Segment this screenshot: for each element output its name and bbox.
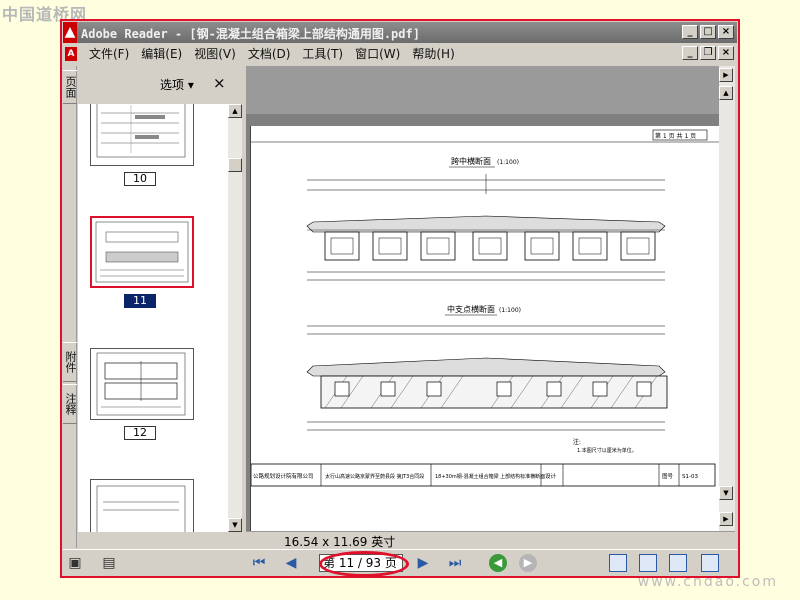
scroll-thumb[interactable]	[228, 158, 242, 172]
side-tabs: 页面 附件 注释	[63, 66, 77, 548]
footer-project: 太行山高速公路京蒙界至蔚县段 第JT3合同段	[325, 473, 424, 480]
horizontal-scrollbar[interactable]: 16.54 x 11.69 英寸	[246, 531, 735, 549]
thumbnail-list: 10 11 12	[78, 104, 228, 532]
navigation-bar: ▣ ▤ ⏮ ◀ 第 11 / 93 页 ▶ ⏭ ◀ ▶	[63, 549, 737, 577]
document-view: 第 1 页 共 1 页 跨中横断面 (1:100) 中支点横断面 (1:100)…	[246, 66, 719, 531]
menu-item[interactable]: 文件(F)	[83, 46, 135, 62]
footer-title: 18+30m钢-混凝土组合箱梁 上部结构标准横断面	[435, 473, 545, 480]
menu-item[interactable]: 工具(T)	[296, 46, 349, 62]
thumbnail-label[interactable]: 12	[124, 426, 156, 440]
tab-comments[interactable]: 注释	[63, 384, 77, 424]
options-dropdown[interactable]: 选项 ▾	[160, 76, 194, 93]
screen-icon[interactable]: ▣	[65, 554, 85, 572]
reader-window: ▲ Adobe Reader - [钢-混凝土组合箱梁上部结构通用图.pdf] …	[60, 19, 740, 578]
doc-close-button[interactable]: ×	[718, 46, 734, 60]
menu-bar: A 文件(F) 编辑(E) 视图(V) 文档(D) 工具(T) 窗口(W) 帮助(H) _ …	[63, 44, 737, 64]
document-menu-icon[interactable]: A	[65, 47, 77, 61]
thumbnail-scrollbar[interactable]: ▲ ▼	[228, 104, 242, 532]
title-bar[interactable]: ▲ Adobe Reader - [钢-混凝土组合箱梁上部结构通用图.pdf] …	[63, 22, 737, 43]
tab-pages[interactable]: 页面	[63, 70, 77, 104]
note-label: 注:	[573, 438, 581, 446]
menu-item[interactable]: 视图(V)	[188, 46, 242, 62]
thumbnail-11-image	[95, 221, 189, 283]
maximize-button[interactable]: □	[700, 25, 716, 39]
thumbnail-page-10[interactable]	[90, 104, 194, 166]
go-forward-button[interactable]: ▶	[519, 554, 537, 572]
go-back-button[interactable]: ◀	[489, 554, 507, 572]
scroll-up-icon[interactable]: ▲	[228, 104, 242, 118]
doc-restore-button[interactable]: ❐	[700, 46, 716, 60]
thumbnail-10-image	[96, 104, 186, 158]
section1-scale: (1:100)	[497, 159, 519, 166]
menu-item[interactable]: 帮助(H)	[406, 46, 460, 62]
doc-minimize-button[interactable]: _	[682, 46, 698, 60]
note-text: 1.本图尺寸以厘米为单位。	[577, 447, 637, 454]
menu-item[interactable]: 文档(D)	[242, 46, 297, 62]
page-corner-label: 第 1 页 共 1 页	[655, 132, 696, 140]
thumbnail-label-selected[interactable]: 11	[124, 294, 156, 308]
adobe-reader-logo-icon: ▲	[63, 22, 77, 43]
window-title: Adobe Reader - [钢-混凝土组合箱梁上部结构通用图.pdf]	[81, 27, 420, 41]
document-scrollbar[interactable]: ▶ ▲ ▼ ▶	[719, 66, 735, 531]
prev-page-button[interactable]: ◀	[281, 554, 301, 572]
thumbnails-panel: 选项 ▾ × 10 11 12 ▲ ▼	[78, 66, 242, 548]
close-button[interactable]: ×	[718, 25, 734, 39]
document-toolbar-area	[246, 66, 719, 114]
next-page-button[interactable]: ▶	[413, 554, 433, 572]
scroll-up-icon[interactable]: ▲	[719, 86, 733, 100]
tab-attachments[interactable]: 附件	[63, 342, 77, 382]
menu-item[interactable]: 编辑(E)	[135, 46, 188, 62]
footer-sheet-label: 图号	[662, 472, 674, 480]
panel-toggle-icon[interactable]: ▤	[99, 554, 119, 572]
menu-item[interactable]: 窗口(W)	[349, 46, 406, 62]
continuous-facing-icon[interactable]	[701, 554, 719, 572]
section1-title: 跨中横断面	[451, 156, 491, 166]
screenshot: 中国道桥网 www.cndao.com ▲ Adobe Reader - [钢-…	[0, 0, 800, 600]
page-down-icon[interactable]: ▶	[719, 512, 733, 526]
page-number-input[interactable]: 第 11 / 93 页	[319, 554, 403, 572]
first-page-button[interactable]: ⏮	[249, 554, 269, 572]
thumbnail-13-image	[96, 485, 186, 532]
thumbnail-12-image	[96, 352, 186, 416]
footer-company: 公路规划设计院有限公司	[253, 472, 314, 480]
footer-design: 设计	[545, 472, 557, 480]
facing-page-icon[interactable]	[669, 554, 687, 572]
section2-scale: (1:100)	[499, 307, 521, 314]
thumbnail-page-13[interactable]	[90, 479, 194, 532]
footer-sheet-no: S1-03	[682, 474, 698, 480]
minimize-button[interactable]: _	[682, 25, 698, 39]
engineering-drawing: 第 1 页 共 1 页 跨中横断面 (1:100) 中支点横断面 (1:100)…	[250, 129, 719, 487]
last-page-button[interactable]: ⏭	[445, 554, 465, 572]
single-page-icon[interactable]	[609, 554, 627, 572]
scroll-down-icon[interactable]: ▼	[228, 518, 242, 532]
pdf-page: 第 1 页 共 1 页 跨中横断面 (1:100) 中支点横断面 (1:100)…	[250, 126, 719, 531]
continuous-page-icon[interactable]	[639, 554, 657, 572]
thumbnail-page-12[interactable]	[90, 348, 194, 420]
section2-title: 中支点横断面	[447, 304, 495, 314]
scroll-down-icon[interactable]: ▼	[719, 486, 733, 500]
page-up-icon[interactable]: ▶	[719, 68, 733, 82]
thumbnail-page-11[interactable]	[90, 216, 194, 288]
close-panel-icon[interactable]: ×	[213, 74, 226, 92]
page-size-label: 16.54 x 11.69 英寸	[284, 535, 396, 549]
thumbnail-label[interactable]: 10	[124, 172, 156, 186]
